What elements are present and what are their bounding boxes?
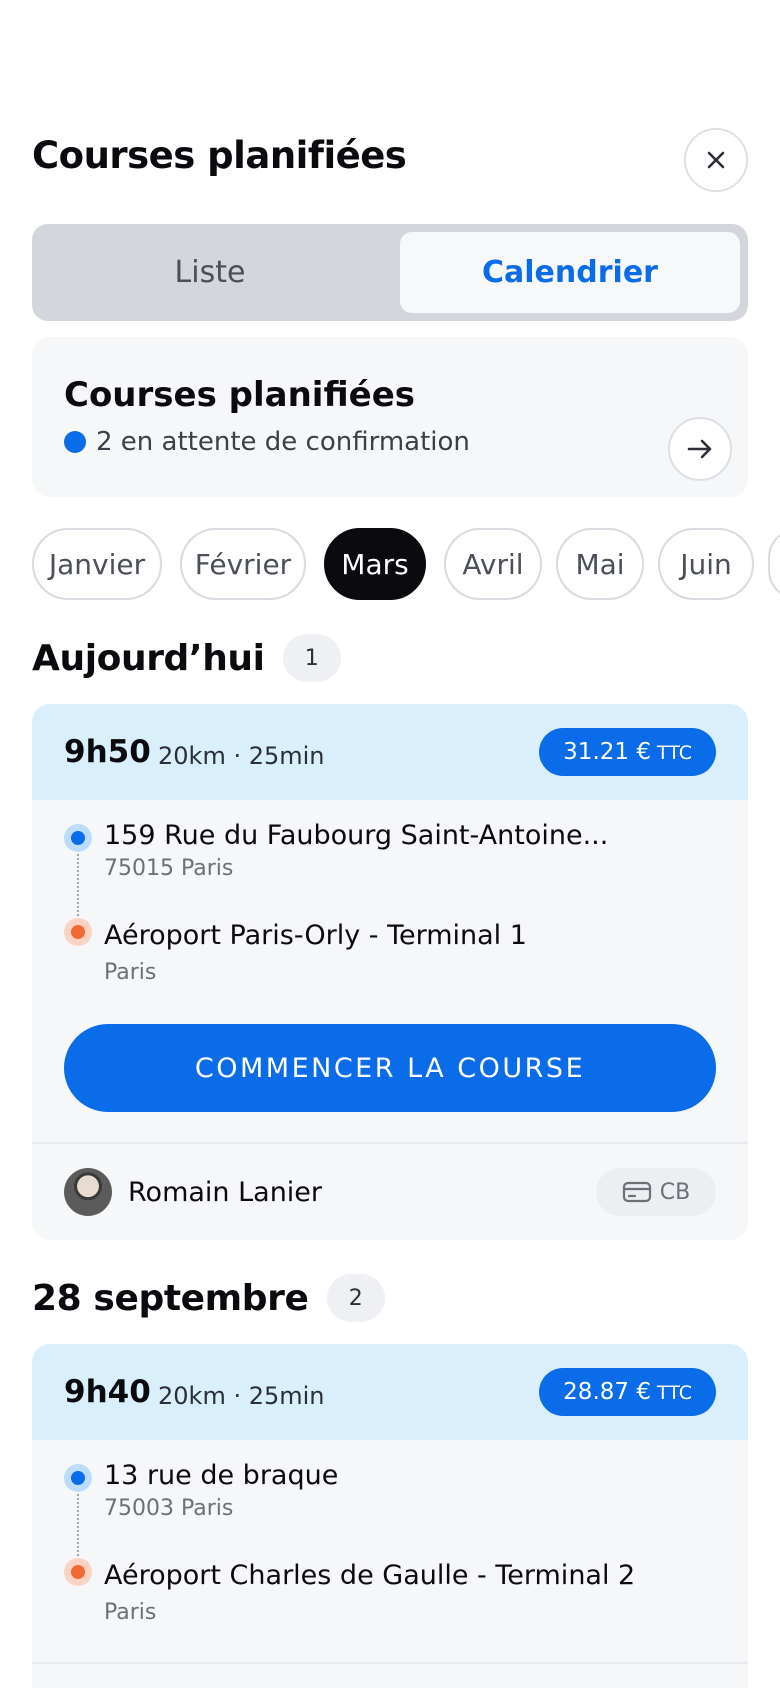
dropoff-city: Paris (104, 1600, 157, 1625)
ride-card[interactable]: 9h40 20km · 25min 28.87 € TTC 13 rue de … (32, 1344, 748, 1688)
summary-title: Courses planifiées (64, 375, 416, 415)
dropoff-dot-icon (64, 918, 92, 946)
open-pending-button[interactable] (668, 417, 732, 481)
pending-summary-card[interactable]: Courses planifiées 2 en attente de confi… (32, 337, 748, 497)
summary-subtitle: 2 en attente de confirmation (64, 427, 470, 457)
section-title-text: 28 septembre (32, 1277, 309, 1319)
ride-card-footer (32, 1662, 748, 1688)
price-amount: 31.21 € (563, 739, 651, 765)
ride-distance-duration: 20km · 25min (158, 742, 325, 770)
pickup-city: 75003 Paris (104, 1496, 234, 1521)
count-badge: 2 (326, 1274, 385, 1322)
ride-card[interactable]: 9h50 20km · 25min 31.21 € TTC 159 Rue du… (32, 704, 748, 1240)
credit-card-icon (622, 1181, 651, 1203)
month-chip-fevrier[interactable]: Février (180, 528, 306, 600)
passenger-name: Romain Lanier (128, 1177, 323, 1208)
month-chip-juin[interactable]: Juin (658, 528, 754, 600)
dropoff-dot-icon (64, 1558, 92, 1586)
ride-time: 9h40 (64, 1374, 151, 1410)
pickup-dot-icon (64, 824, 92, 852)
pickup-address: 159 Rue du Faubourg Saint-Antoine... (104, 820, 609, 851)
ride-card-header: 9h50 20km · 25min 31.21 € TTC (32, 704, 748, 800)
price-badge: 31.21 € TTC (539, 728, 716, 776)
month-chip-janvier[interactable]: Janvier (32, 528, 162, 600)
dropoff-city: Paris (104, 960, 157, 985)
close-button[interactable] (684, 128, 748, 192)
status-dot (64, 431, 86, 453)
month-chip-mars[interactable]: Mars (324, 528, 426, 600)
ride-route: 13 rue de braque 75003 Paris Aéroport Ch… (32, 1440, 748, 1640)
payment-method-chip: CB (596, 1168, 716, 1216)
section-title-text: Aujourd’hui (32, 637, 265, 679)
page-title: Courses planifiées (32, 134, 407, 177)
ride-card-footer: Romain Lanier CB (32, 1142, 748, 1238)
avatar (64, 1168, 112, 1216)
route-line (77, 854, 79, 916)
month-chip-next[interactable] (768, 528, 780, 600)
route-line (77, 1494, 79, 1556)
pickup-dot-icon (64, 1464, 92, 1492)
tab-liste[interactable]: Liste (40, 232, 380, 313)
dropoff-address: Aéroport Charles de Gaulle - Terminal 2 (104, 1560, 636, 1591)
price-suffix: TTC (656, 1382, 692, 1404)
section-title: 28 septembre 2 (32, 1274, 385, 1322)
section-title: Aujourd’hui 1 (32, 634, 341, 682)
pickup-city: 75015 Paris (104, 856, 234, 881)
ride-distance-duration: 20km · 25min (158, 1382, 325, 1410)
price-suffix: TTC (656, 742, 692, 764)
arrow-right-icon (687, 439, 712, 459)
payment-label: CB (659, 1179, 691, 1205)
start-ride-button[interactable]: COMMENCER LA COURSE (64, 1024, 716, 1112)
ride-card-header: 9h40 20km · 25min 28.87 € TTC (32, 1344, 748, 1440)
count-badge: 1 (282, 634, 341, 682)
header: Courses planifiées (32, 128, 748, 192)
month-chip-mai[interactable]: Mai (556, 528, 644, 600)
ride-route: 159 Rue du Faubourg Saint-Antoine... 750… (32, 800, 748, 1000)
dropoff-address: Aéroport Paris-Orly - Terminal 1 (104, 920, 527, 951)
price-amount: 28.87 € (563, 1379, 651, 1405)
tab-calendrier[interactable]: Calendrier (400, 232, 740, 313)
price-badge: 28.87 € TTC (539, 1368, 716, 1416)
view-switcher: Liste Calendrier (32, 224, 748, 321)
month-chip-avril[interactable]: Avril (444, 528, 542, 600)
month-selector: Janvier Février Mars Avril Mai Juin (32, 528, 780, 600)
pickup-address: 13 rue de braque (104, 1460, 339, 1491)
close-icon (707, 151, 725, 169)
summary-subtitle-text: 2 en attente de confirmation (96, 427, 470, 457)
ride-time: 9h50 (64, 734, 151, 770)
